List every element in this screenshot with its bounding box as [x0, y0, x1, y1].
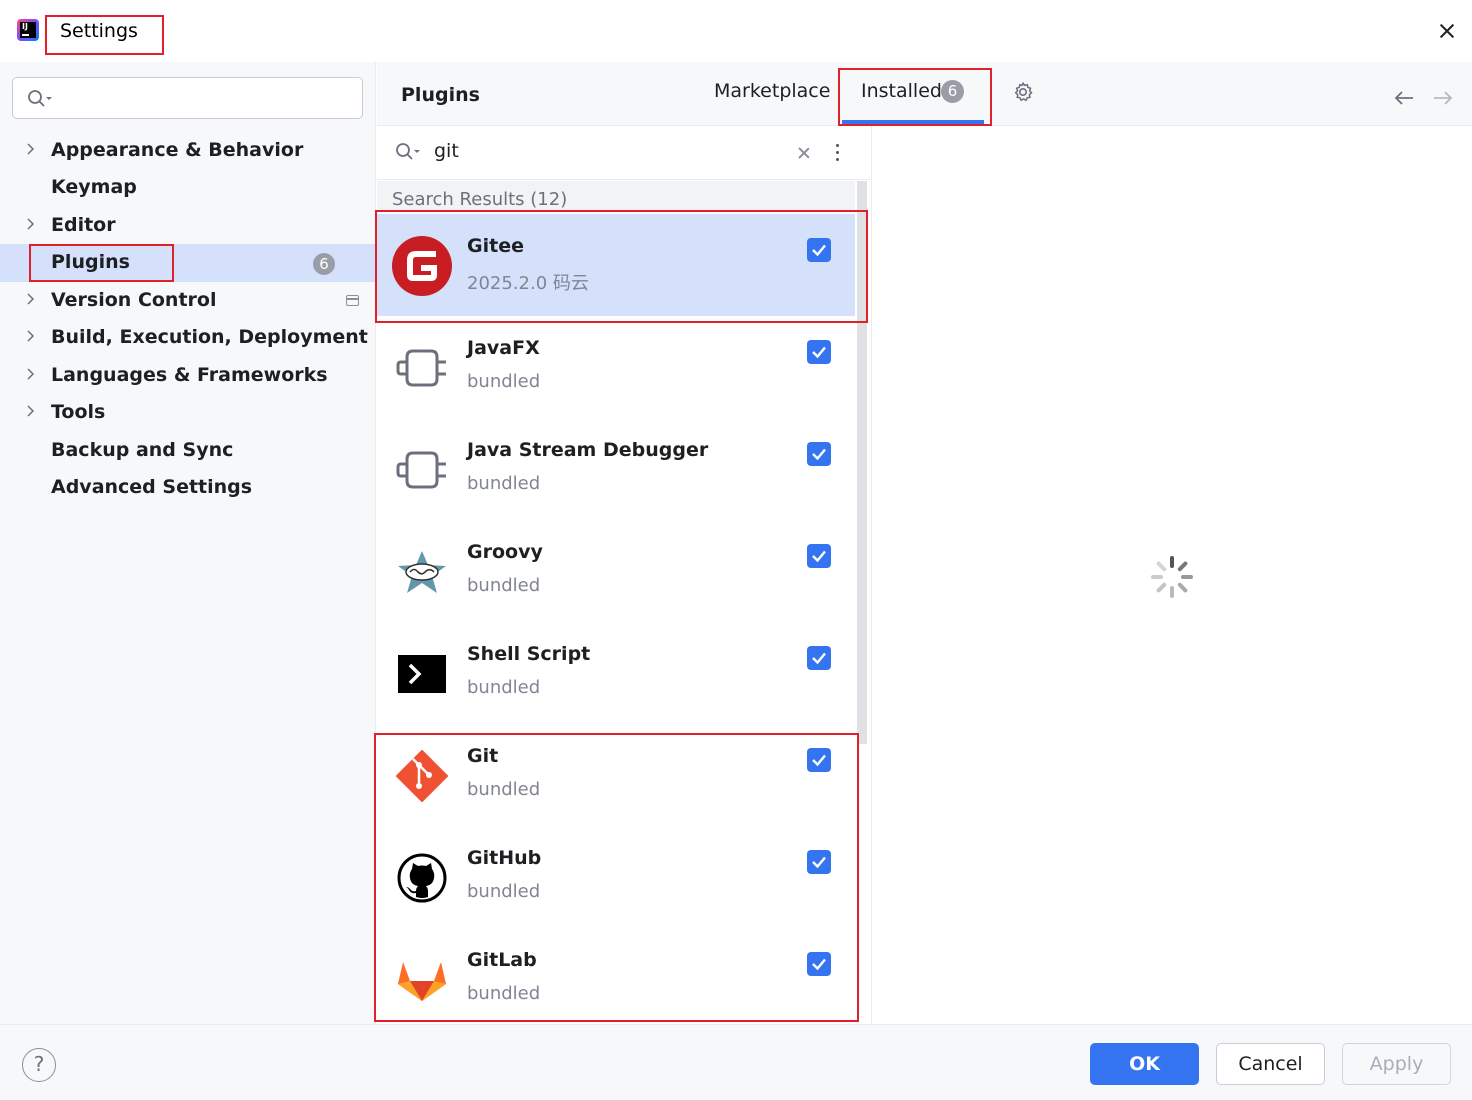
enable-plugin-checkbox[interactable]	[807, 340, 831, 364]
plugin-search-input[interactable]: git	[434, 140, 459, 162]
terminal-icon	[398, 655, 446, 693]
plugins-highlight-box	[29, 244, 174, 282]
checkmark-icon	[812, 652, 826, 665]
checkmark-icon	[812, 346, 826, 359]
sidebar-item-label: Editor	[51, 214, 116, 236]
plugin-name: Groovy	[467, 541, 543, 563]
project-settings-icon	[346, 295, 359, 306]
title-highlight-box	[45, 15, 164, 55]
title-bar: IJ Settings	[0, 0, 1472, 62]
plugins-title: Plugins	[401, 84, 480, 106]
plugin-name: JavaFX	[467, 337, 540, 359]
help-icon[interactable]: ?	[22, 1048, 56, 1082]
plugins-count-badge: 6	[313, 253, 335, 275]
sidebar-item-label: Tools	[51, 401, 106, 423]
enable-plugin-checkbox[interactable]	[807, 442, 831, 466]
plugin-row-java-stream-debugger[interactable]: Java Stream Debugger bundled	[377, 418, 855, 520]
gear-icon[interactable]	[1012, 81, 1034, 103]
chevron-right-icon	[27, 330, 35, 342]
sidebar-item-label: Appearance & Behavior	[51, 139, 304, 161]
search-icon	[396, 143, 420, 160]
sidebar-item-label: Advanced Settings	[51, 476, 253, 498]
back-arrow-icon[interactable]	[1393, 88, 1415, 108]
git-plugins-highlight-box	[374, 733, 859, 1022]
plugin-plug-icon	[396, 349, 446, 387]
enable-plugin-checkbox[interactable]	[807, 646, 831, 670]
checkmark-icon	[812, 550, 826, 563]
sidebar-item-backup-sync[interactable]: Backup and Sync	[0, 432, 376, 470]
forward-arrow-icon[interactable]	[1432, 88, 1454, 108]
loading-spinner-icon	[1151, 556, 1193, 598]
settings-search-input[interactable]	[12, 77, 363, 119]
results-header: Search Results (12)	[377, 181, 855, 212]
sidebar-item-advanced-settings[interactable]: Advanced Settings	[0, 469, 376, 507]
gitee-highlight-box	[375, 210, 868, 323]
chevron-right-icon	[27, 293, 35, 305]
plugin-subtitle: bundled	[467, 677, 541, 698]
checkmark-icon	[812, 448, 826, 461]
more-options-icon[interactable]	[835, 143, 841, 163]
chevron-right-icon	[27, 218, 35, 230]
plugin-search-bar[interactable]: git	[377, 126, 870, 180]
plugin-subtitle: bundled	[467, 575, 541, 596]
sidebar-item-version-control[interactable]: Version Control	[0, 282, 376, 320]
plugin-row-shell-script[interactable]: Shell Script bundled	[377, 622, 855, 724]
sidebar-item-appearance-behavior[interactable]: Appearance & Behavior	[0, 132, 376, 170]
sidebar-item-label: Backup and Sync	[51, 439, 234, 461]
plugin-subtitle: bundled	[467, 473, 541, 494]
sidebar-item-build-execution-deployment[interactable]: Build, Execution, Deployment	[0, 319, 376, 357]
sidebar-item-label: Languages & Frameworks	[51, 364, 328, 386]
sidebar-item-keymap[interactable]: Keymap	[0, 169, 376, 207]
ok-button[interactable]: OK	[1090, 1043, 1199, 1085]
plugin-row-javafx[interactable]: JavaFX bundled	[377, 316, 855, 418]
sidebar-item-label: Keymap	[51, 176, 137, 198]
dialog-footer: ? OK Cancel Apply	[0, 1024, 1472, 1100]
results-count-label: Search Results (12)	[392, 189, 568, 210]
tab-marketplace[interactable]: Marketplace	[714, 80, 830, 102]
installed-highlight-box	[838, 68, 992, 126]
groovy-star-icon	[398, 551, 446, 593]
plugin-plug-icon	[396, 451, 446, 489]
chevron-right-icon	[27, 368, 35, 380]
cancel-button[interactable]: Cancel	[1216, 1043, 1325, 1085]
sidebar-item-label: Version Control	[51, 289, 217, 311]
sidebar-item-tools[interactable]: Tools	[0, 394, 376, 432]
enable-plugin-checkbox[interactable]	[807, 544, 831, 568]
close-icon[interactable]	[1432, 16, 1462, 46]
search-icon	[28, 90, 52, 107]
clear-search-icon[interactable]	[795, 144, 813, 162]
sidebar-item-label: Build, Execution, Deployment	[51, 326, 368, 348]
plugin-row-groovy[interactable]: Groovy bundled	[377, 520, 855, 622]
chevron-right-icon	[27, 405, 35, 417]
intellij-idea-icon: IJ	[17, 19, 39, 41]
sidebar-item-editor[interactable]: Editor	[0, 207, 376, 245]
plugin-subtitle: bundled	[467, 371, 541, 392]
plugin-name: Shell Script	[467, 643, 591, 665]
chevron-right-icon	[27, 143, 35, 155]
sidebar-item-languages-frameworks[interactable]: Languages & Frameworks	[0, 357, 376, 395]
apply-button[interactable]: Apply	[1342, 1043, 1451, 1085]
plugin-detail-pane	[871, 126, 1472, 1024]
plugin-name: Java Stream Debugger	[467, 439, 709, 461]
